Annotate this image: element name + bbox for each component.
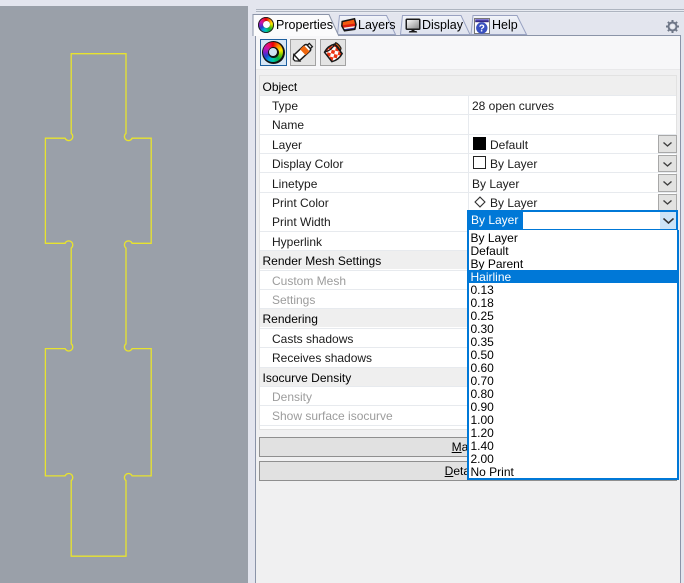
svg-text:?: ? (479, 24, 485, 34)
